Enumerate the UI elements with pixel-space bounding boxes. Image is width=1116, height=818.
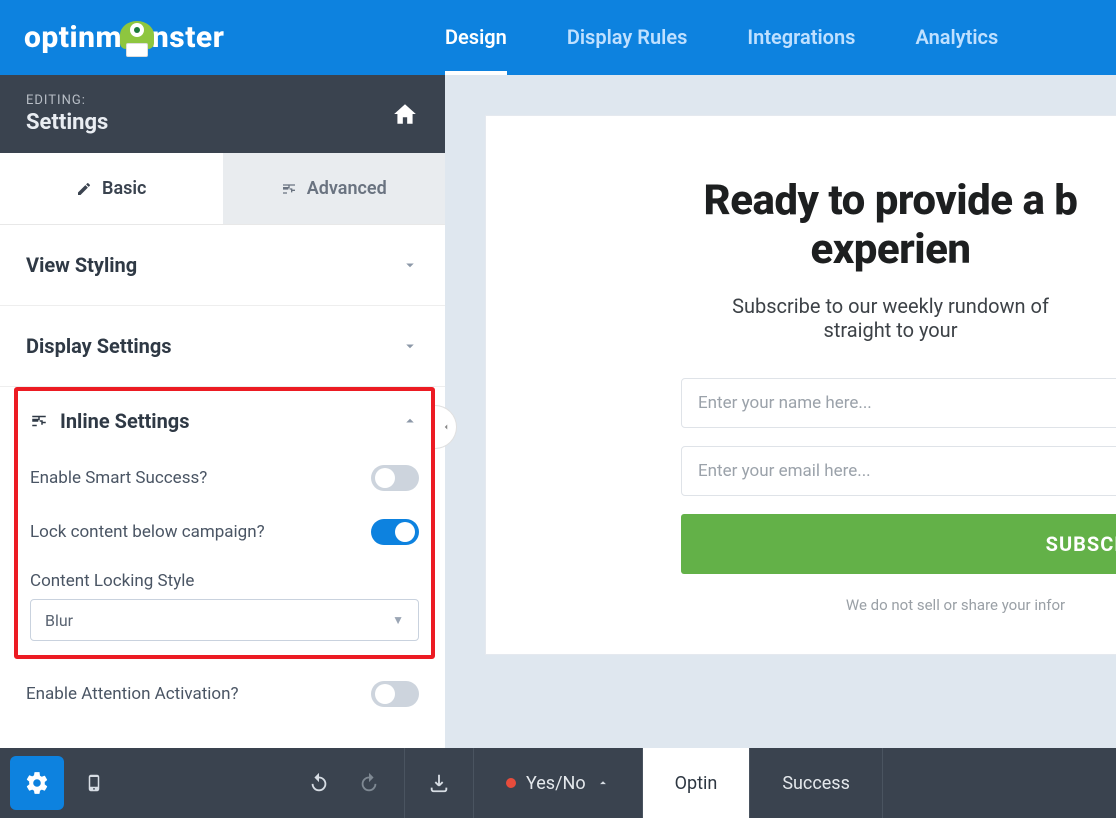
lock-content-label: Lock content below campaign? xyxy=(30,522,265,542)
select-locking-style-value: Blur xyxy=(45,611,73,630)
logo-text-prefix: optinm xyxy=(24,20,122,55)
chevron-up-icon xyxy=(596,776,610,790)
sliders-icon xyxy=(281,181,297,197)
row-smart-success: Enable Smart Success? xyxy=(18,451,431,505)
section-inline-settings[interactable]: Inline Settings xyxy=(18,391,431,451)
smart-success-label: Enable Smart Success? xyxy=(30,468,207,488)
tab-basic-label: Basic xyxy=(102,178,146,199)
row-attention-activation: Enable Attention Activation? xyxy=(0,667,445,721)
caret-down-icon: ▼ xyxy=(392,613,404,627)
preview-disclaimer: We do not sell or share your infor xyxy=(486,596,1116,614)
subscribe-button[interactable]: SUBSCRIBE xyxy=(681,514,1116,574)
tab-advanced-label: Advanced xyxy=(307,178,387,199)
preview-form: SUBSCRIBE xyxy=(486,378,1116,574)
pencil-icon xyxy=(76,181,92,197)
name-input[interactable] xyxy=(681,378,1116,428)
section-display-settings-label: Display Settings xyxy=(26,334,172,358)
chevron-down-icon xyxy=(401,256,419,274)
brand-logo[interactable]: optinm nster xyxy=(0,20,445,55)
preview-subtext: Subscribe to our weekly rundown of strai… xyxy=(486,294,1116,342)
locking-style-label: Content Locking Style xyxy=(18,559,431,599)
logo-text-suffix: nster xyxy=(152,20,224,55)
settings-gear-button[interactable] xyxy=(10,756,64,810)
download-button[interactable] xyxy=(404,748,474,818)
step-optin[interactable]: Optin xyxy=(643,748,751,818)
home-icon[interactable] xyxy=(391,101,419,127)
section-view-styling-label: View Styling xyxy=(26,253,137,277)
undo-button[interactable] xyxy=(294,748,344,818)
editing-title: Settings xyxy=(26,110,108,135)
step-optin-label: Optin xyxy=(675,773,718,794)
editing-header: EDITING: Settings xyxy=(0,75,445,153)
top-navbar: optinm nster Design Display Rules Integr… xyxy=(0,0,1116,75)
select-locking-style[interactable]: Blur ▼ xyxy=(30,599,419,641)
redo-button[interactable] xyxy=(344,748,394,818)
step-success-label: Success xyxy=(782,773,850,794)
email-input[interactable] xyxy=(681,446,1116,496)
preview-headline: Ready to provide a b experien xyxy=(486,176,1116,274)
toggle-smart-success[interactable] xyxy=(371,465,419,491)
chevron-up-icon xyxy=(401,412,419,430)
section-view-styling[interactable]: View Styling xyxy=(0,225,445,306)
section-display-settings[interactable]: Display Settings xyxy=(0,306,445,387)
step-yesno-label: Yes/No xyxy=(526,773,586,794)
section-inline-settings-label: Inline Settings xyxy=(60,409,189,433)
preview-canvas: Ready to provide a b experien Subscribe … xyxy=(445,75,1116,748)
step-success[interactable]: Success xyxy=(750,748,883,818)
campaign-preview: Ready to provide a b experien Subscribe … xyxy=(485,115,1116,655)
nav-integrations[interactable]: Integrations xyxy=(747,1,855,75)
tab-advanced[interactable]: Advanced xyxy=(223,153,446,224)
chevron-down-icon xyxy=(401,337,419,355)
toggle-lock-content[interactable] xyxy=(371,519,419,545)
main-nav: Design Display Rules Integrations Analyt… xyxy=(445,1,998,75)
sliders-icon xyxy=(30,412,48,430)
monster-icon xyxy=(120,21,154,55)
nav-design[interactable]: Design xyxy=(445,1,507,75)
toggle-attention-activation[interactable] xyxy=(371,681,419,707)
builder-footer: Yes/No Optin Success xyxy=(0,748,1116,818)
nav-display-rules[interactable]: Display Rules xyxy=(567,1,688,75)
settings-tabs: Basic Advanced xyxy=(0,153,445,225)
inline-settings-highlight: Inline Settings Enable Smart Success? Lo… xyxy=(14,387,435,659)
settings-sidebar: EDITING: Settings Basic xyxy=(0,75,445,748)
step-yesno[interactable]: Yes/No xyxy=(474,748,643,818)
status-dot-icon xyxy=(506,778,516,788)
row-lock-content: Lock content below campaign? xyxy=(18,505,431,559)
mobile-preview-button[interactable] xyxy=(64,748,124,818)
nav-analytics[interactable]: Analytics xyxy=(915,1,998,75)
tab-basic[interactable]: Basic xyxy=(0,153,223,224)
editing-label: EDITING: xyxy=(26,93,108,108)
attention-label: Enable Attention Activation? xyxy=(26,684,239,704)
